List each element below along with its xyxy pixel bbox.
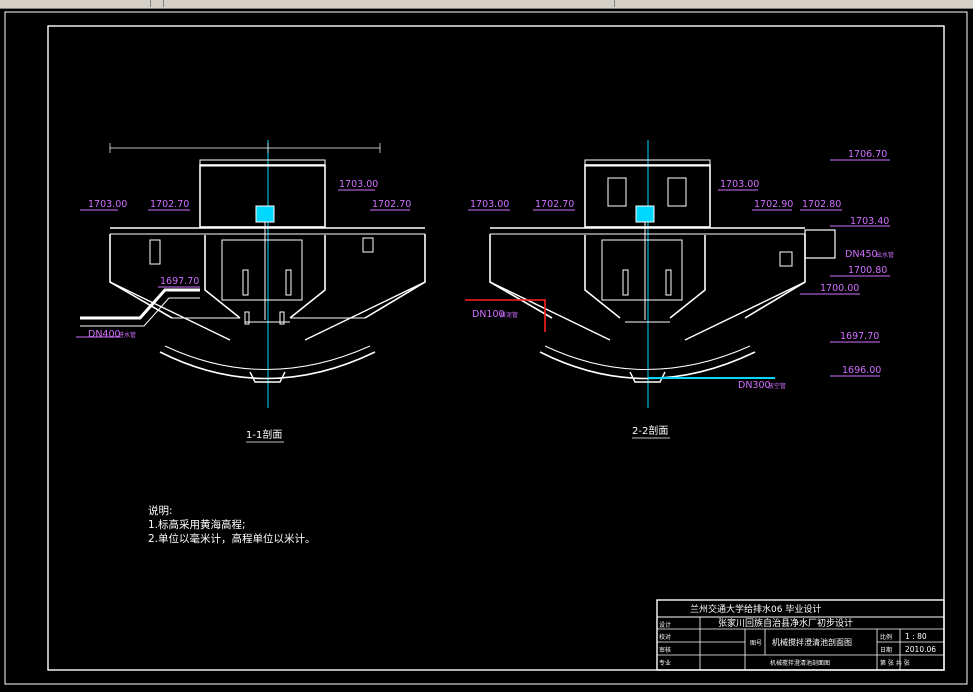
notes: 说明: 1.标高采用黄海高程; 2.单位以毫米计，高程单位以米计。 (148, 504, 316, 545)
elevation-label: 1700.00 (820, 283, 859, 294)
drawing-frame (47, 25, 945, 671)
note-line: 1.标高采用黄海高程; (148, 518, 246, 531)
section-2-2: 1703.00 1702.70 1703.00 1702.90 1702.80 … (465, 140, 894, 439)
section-1-1: 1703.00 1702.70 1703.00 1702.70 1697.70 … (76, 140, 426, 443)
outer-border (4, 11, 968, 685)
elevation-markers: 1703.00 1702.70 1703.00 1702.90 1702.80 … (468, 149, 894, 391)
pipe-note: 出水管 (876, 251, 894, 259)
elevation-label: 1703.00 (470, 199, 509, 210)
pipe-note: 进水管 (118, 331, 136, 339)
drawing-name: 机械搅拌澄清池剖面图 (772, 637, 852, 647)
elevation-label: 1697.70 (160, 276, 199, 287)
elevation-label: 1702.80 (802, 199, 841, 210)
window (607, 177, 627, 207)
sheet-info: 第 张 共 张 (880, 659, 910, 667)
elevation-label: 1703.40 (850, 216, 889, 227)
drawing-name-small: 机械搅拌澄清池剖面图 (770, 659, 830, 667)
note-line: 2.单位以毫米计，高程单位以米计。 (148, 532, 316, 545)
outer-wall-left (489, 234, 553, 319)
pipe-label: DN300 (738, 380, 771, 391)
tb-row-label: 专业 (659, 659, 671, 667)
date-value: 2010.06 (905, 645, 936, 654)
elevation-label: 1702.70 (150, 199, 189, 210)
toolbar-segment[interactable] (164, 0, 615, 7)
elevation-label: 1703.00 (720, 179, 759, 190)
elevation-label: 1702.70 (535, 199, 574, 210)
window (667, 177, 687, 207)
cad-drawing: 1703.00 1702.70 1703.00 1702.70 1697.70 … (4, 11, 968, 685)
pipe-note: 放空管 (768, 382, 786, 390)
elevation-label: 1702.70 (372, 199, 411, 210)
tb-row-label: 审核 (659, 646, 671, 654)
section-title: 1-1剖面 (246, 428, 282, 441)
pipe-label: DN450 (845, 249, 878, 260)
elevation-label: 1703.00 (339, 179, 378, 190)
toolbar-segment[interactable] (151, 0, 164, 7)
inlet-pipe (80, 288, 200, 320)
tb-row-label: 设计 (659, 621, 671, 629)
pipe-label: DN400 (88, 329, 121, 340)
date-label: 日期 (880, 646, 892, 654)
elevation-label: 1703.00 (88, 199, 127, 210)
title-block: 兰州交通大学给排水06 毕业设计 张家川回族自治县净水厂初步设计 设计 校对 审… (656, 599, 945, 671)
scale-label: 比例 (880, 633, 892, 641)
outer-wall-right (364, 234, 426, 319)
project-title: 张家川回族自治县净水厂初步设计 (718, 617, 853, 629)
elevation-markers: 1703.00 1702.70 1703.00 1702.70 1697.70 … (76, 179, 411, 340)
stirrer-motor (635, 205, 655, 223)
outlet-trough (804, 229, 836, 259)
tb-row-label: 校对 (659, 633, 671, 641)
elevation-label: 1696.00 (842, 365, 881, 376)
toolbar-segment[interactable] (0, 0, 151, 7)
scale-value: 1 : 80 (905, 632, 927, 641)
pipe-note: 排泥管 (500, 311, 518, 319)
elevation-label: 1700.80 (848, 265, 887, 276)
elevation-label: 1706.70 (848, 149, 887, 160)
stirrer-motor (255, 205, 275, 223)
school-title: 兰州交通大学给排水06 毕业设计 (690, 603, 821, 615)
elevation-label: 1702.90 (754, 199, 793, 210)
elevation-label: 1697.70 (840, 331, 879, 342)
sheet-label: 图号 (750, 640, 762, 647)
notes-heading: 说明: (148, 504, 173, 517)
outer-wall-right (744, 234, 806, 319)
section-title: 2-2剖面 (632, 424, 668, 437)
